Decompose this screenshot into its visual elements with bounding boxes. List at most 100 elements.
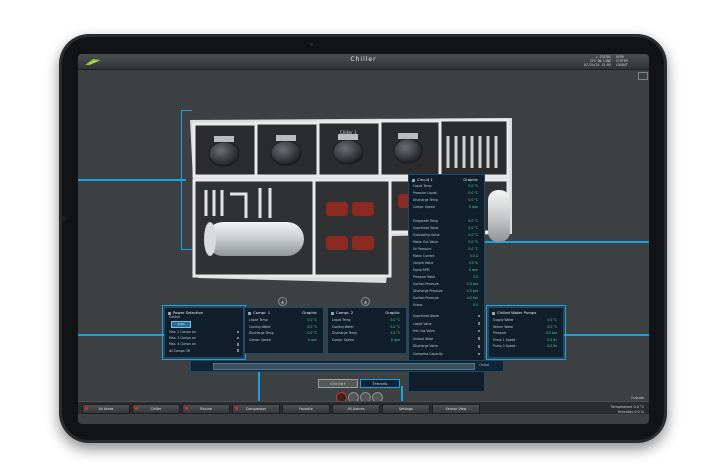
tab-chiller[interactable]: Chiller bbox=[318, 379, 358, 388]
panel-check-row: Liquid Valve bbox=[413, 322, 480, 326]
status-bar: Ostad bbox=[190, 360, 504, 372]
row-value: 0.0 °C bbox=[547, 324, 557, 329]
top-bar: Chiller + STATUS SYS ON LINE 07/24/14 13… bbox=[78, 54, 649, 70]
panel-check-row: Max. 4 Comps on bbox=[169, 342, 239, 346]
row-label: Output Value bbox=[413, 261, 434, 265]
row-value: 0.0 °C bbox=[468, 198, 478, 202]
row-label: Max. 2 Comps on bbox=[169, 330, 196, 334]
panel-row: Pressure 0.0 bar bbox=[493, 331, 559, 335]
chilled-water-pumps-panel: Chilled Water Pumps Supply Water 0.0 °C Re… bbox=[488, 307, 564, 358]
connector-line bbox=[564, 334, 649, 336]
row-checkbox[interactable] bbox=[477, 352, 480, 356]
tab-trends[interactable]: Trends bbox=[360, 379, 400, 388]
row-value: 0.0 °C bbox=[390, 318, 400, 322]
row-value: 0.0 °C bbox=[307, 331, 317, 335]
connector-line bbox=[78, 334, 164, 336]
unit-label: Chiller 1 bbox=[340, 130, 357, 135]
row-value: 0.0 bbox=[473, 275, 478, 279]
panel-check-row: Compress Capacity bbox=[413, 352, 480, 356]
row-value: 0 rpm bbox=[468, 205, 478, 209]
panel-check-row: Unload Valve bbox=[413, 337, 480, 341]
row-value: 0.0 bar bbox=[466, 296, 478, 300]
row-checkbox[interactable] bbox=[236, 349, 239, 352]
row-label: Discharge Temp bbox=[413, 198, 438, 202]
panel-row: Pressure Ratio 0.0 bbox=[413, 275, 480, 279]
nav-sensor-view[interactable]: Sensor View bbox=[432, 404, 480, 414]
panel-check-row: Max. 2 Comps on bbox=[169, 330, 239, 334]
camera-dot bbox=[310, 43, 313, 46]
auto-toggle[interactable]: Auto bbox=[171, 321, 191, 328]
row-value: 0 rpm bbox=[390, 337, 400, 342]
nav-all-areas[interactable]: All Areas bbox=[82, 404, 130, 414]
row-value: 0 rpm bbox=[307, 337, 317, 342]
row-label: Max. 3 Comps on bbox=[169, 336, 196, 341]
nav-marker-icon bbox=[135, 407, 138, 410]
panel-icon bbox=[331, 311, 334, 315]
row-value: 0.0 °C bbox=[468, 219, 478, 223]
menu-icon[interactable] bbox=[638, 72, 648, 80]
row-label: Econo bbox=[413, 303, 423, 307]
row-label: Compr. Speed bbox=[413, 205, 435, 209]
row-checkbox[interactable] bbox=[236, 343, 239, 346]
row-checkbox[interactable] bbox=[477, 345, 480, 348]
row-label: Liquid Temp bbox=[249, 318, 268, 322]
panel-row: Subcooling Value 0.0 °C bbox=[413, 233, 480, 237]
nav-compressor[interactable]: Compressor bbox=[232, 404, 280, 414]
panel-row: Econo 0.0 bbox=[413, 303, 480, 307]
compressor-2-up-icon[interactable]: ▲ bbox=[361, 297, 370, 306]
row-value: 0.0 °C bbox=[468, 184, 478, 188]
row-value: 0.0 °C bbox=[390, 331, 400, 335]
row-label: Supply Water bbox=[493, 318, 514, 322]
panel-row: Liquid Temp 0.0 °C bbox=[332, 318, 402, 322]
row-value: 0.0 bbox=[473, 303, 478, 307]
panel-icon bbox=[248, 311, 251, 315]
row-checkbox[interactable] bbox=[477, 337, 480, 340]
row-label: Unload Valve bbox=[413, 336, 434, 341]
row-label: Discharge Temp bbox=[332, 331, 357, 335]
panel-row: Discharge Temp 0.0 °C bbox=[249, 331, 319, 335]
panel-row: Compr. Speed 0 rpm bbox=[413, 205, 480, 209]
row-label: Cooling Water bbox=[332, 324, 354, 329]
panel-row: Pump 1 Speed 0.0 Hz bbox=[493, 338, 559, 342]
row-label: Superheat Alarm bbox=[413, 314, 440, 318]
panel-row: Evaporate Temp 0.0 °C bbox=[413, 219, 480, 223]
row-label: Suction Pressure bbox=[413, 296, 439, 300]
row-label: Evaporate Temp bbox=[413, 219, 439, 223]
outside-label: Outside bbox=[630, 396, 644, 400]
panel-row: Cooling Water 0.0 °C bbox=[332, 325, 402, 329]
row-label: Motor Out Value bbox=[413, 240, 439, 244]
row-label: Compress Capacity bbox=[413, 352, 443, 356]
row-label: Motor Current bbox=[413, 254, 435, 258]
nav-favorite[interactable]: Favorite bbox=[282, 404, 330, 414]
panel-row: Pump 2 Speed 0.0 Hz bbox=[493, 344, 559, 348]
row-label: Discharge Valve bbox=[413, 344, 438, 349]
nav-marker-icon bbox=[85, 407, 88, 410]
panel-row: Discharge Pressure 0.0 bar bbox=[413, 289, 480, 293]
row-checkbox[interactable] bbox=[477, 329, 480, 333]
row-label: Pressure Liquid bbox=[413, 191, 437, 195]
panel-row: Discharge Temp 0.0 °C bbox=[332, 331, 402, 335]
panel-check-row: Hot Gas Valve bbox=[413, 329, 480, 333]
user-info[interactable]: USER SYSTEM LOGOUT bbox=[616, 55, 640, 67]
row-value: 0.0 bar bbox=[466, 289, 478, 293]
panel-row: Equip RPM 0 rpm bbox=[413, 268, 480, 272]
row-value: 0.0 Hz bbox=[547, 337, 557, 342]
row-checkbox[interactable] bbox=[477, 314, 480, 318]
row-checkbox[interactable] bbox=[477, 322, 480, 325]
connector-line bbox=[258, 371, 260, 403]
nav-piscine[interactable]: Piscine bbox=[182, 404, 230, 414]
home-button[interactable] bbox=[61, 216, 66, 221]
row-label: Pump 1 Speed bbox=[493, 337, 516, 342]
row-value: 0.0 % bbox=[469, 261, 478, 265]
nav-all-alarms[interactable]: All Alarms bbox=[332, 404, 380, 414]
nav-chiller[interactable]: Chiller bbox=[132, 404, 180, 414]
row-checkbox[interactable] bbox=[236, 336, 239, 340]
nav-settings[interactable]: Settings bbox=[382, 404, 430, 414]
panel-row: Suction Pressure 0.0 bar bbox=[413, 282, 480, 286]
row-checkbox[interactable] bbox=[236, 330, 239, 334]
row-label: Cooling Water bbox=[249, 324, 271, 329]
row-value: 0.0 °C bbox=[468, 240, 478, 244]
compressor-1-up-icon[interactable]: ▲ bbox=[278, 297, 287, 306]
status-bar-label: Ostad bbox=[479, 363, 489, 367]
row-label: Superheat Value bbox=[413, 226, 439, 230]
